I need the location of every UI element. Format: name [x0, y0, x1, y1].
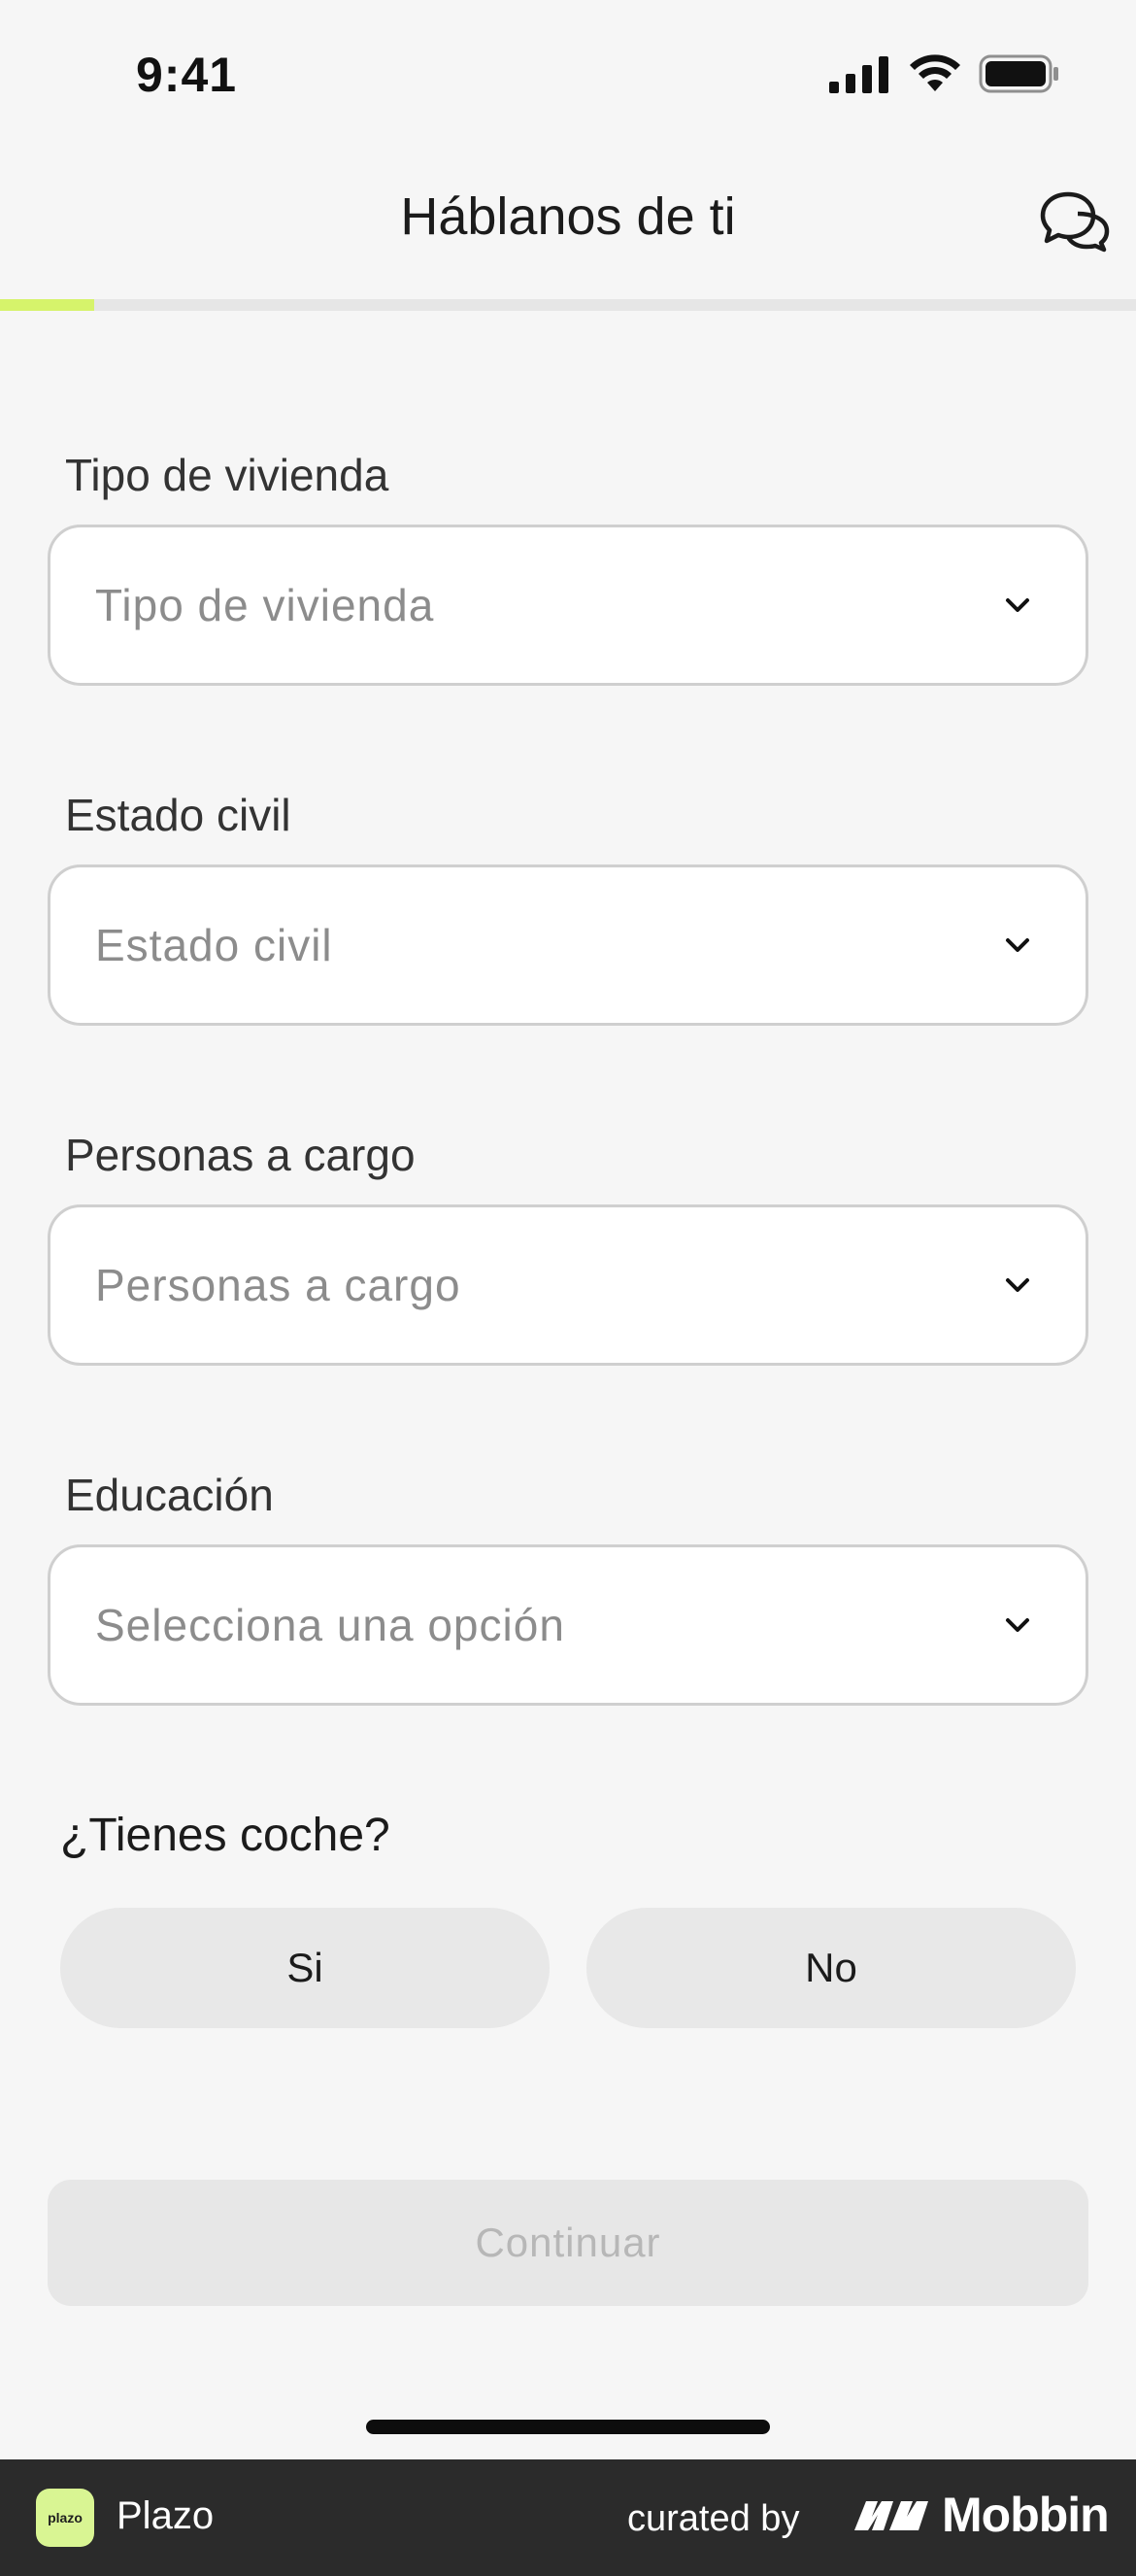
footer-banner: plazo Plazo curated by Mobbin — [0, 2459, 1136, 2576]
dependents-placeholder: Personas a cargo — [95, 1260, 461, 1310]
home-indicator — [366, 2420, 770, 2434]
car-no-button[interactable]: No — [586, 1908, 1076, 2028]
marital-status-select[interactable]: Estado civil — [48, 864, 1088, 1026]
continue-button[interactable]: Continuar — [48, 2180, 1088, 2306]
footer-brand-name: Mobbin — [942, 2488, 1110, 2542]
marital-status-label: Estado civil — [65, 790, 291, 840]
cellular-signal-icon — [829, 56, 888, 93]
footer-app-name: Plazo — [117, 2494, 215, 2537]
plazo-logo: plazo — [36, 2489, 94, 2547]
housing-type-label: Tipo de vivienda — [65, 450, 389, 500]
chevron-down-icon — [1006, 1278, 1029, 1292]
education-select[interactable]: Selecciona una opción — [48, 1544, 1088, 1706]
chat-button[interactable] — [1039, 188, 1113, 253]
battery-icon — [979, 54, 1058, 93]
mobbin-brand: Mobbin — [851, 2487, 1110, 2543]
car-question-label: ¿Tienes coche? — [60, 1810, 390, 1861]
car-yes-button[interactable]: Si — [60, 1908, 550, 2028]
housing-type-placeholder: Tipo de vivienda — [95, 580, 435, 630]
education-placeholder: Selecciona una opción — [95, 1600, 565, 1650]
dependents-label: Personas a cargo — [65, 1130, 416, 1180]
dependents-select[interactable]: Personas a cargo — [48, 1204, 1088, 1366]
education-label: Educación — [65, 1470, 274, 1520]
status-icons — [829, 54, 1060, 93]
wifi-icon — [910, 54, 960, 91]
progress-fill — [0, 299, 95, 311]
page-title: Háblanos de ti — [400, 187, 736, 246]
chevron-down-icon — [1006, 598, 1029, 612]
chat-bubbles-icon — [1040, 191, 1110, 253]
chevron-down-icon — [1006, 938, 1029, 952]
progress-bar — [0, 299, 1136, 311]
footer-curated-by: curated by — [627, 2498, 800, 2539]
marital-status-placeholder: Estado civil — [95, 920, 333, 970]
housing-type-select[interactable]: Tipo de vivienda — [48, 525, 1088, 686]
status-time: 9:41 — [136, 48, 238, 102]
nav-bar: Háblanos de ti — [0, 165, 1136, 277]
mobbin-logo-icon — [854, 2501, 928, 2530]
chevron-down-icon — [1006, 1618, 1029, 1632]
status-bar: 9:41 — [0, 0, 1136, 146]
